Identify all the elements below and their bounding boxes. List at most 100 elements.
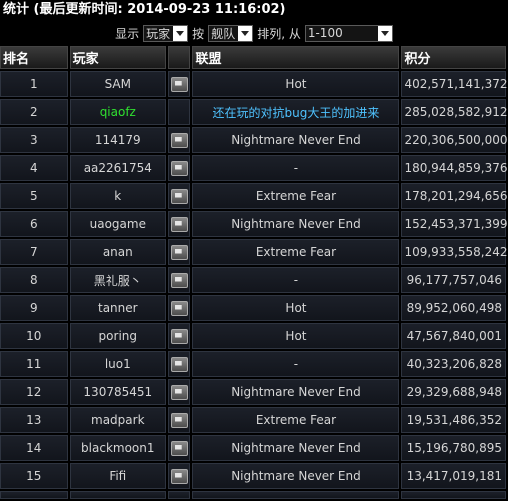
message-icon[interactable] [170,468,188,484]
message-icon[interactable] [170,412,188,428]
alliance-link[interactable]: Nightmare Never End [192,463,400,489]
alliance-link[interactable]: Hot [192,71,400,97]
message-button[interactable] [167,323,191,349]
message-icon[interactable] [170,244,188,260]
message-icon[interactable] [170,356,188,372]
message-icon[interactable] [170,384,188,400]
ranking-table: 排名 玩家 联盟 积分 1 SAM Hot 402,571,141,372 2 qiaof… [0,44,508,501]
player-name-link[interactable]: 114179 [69,127,166,153]
alliance-link[interactable]: Nightmare Never End [192,127,400,153]
score-cell: 152,453,371,399 [401,211,508,237]
alliance-link[interactable]: Nightmare Never End [192,435,400,461]
table-row: 11 luo1-40,323,206,828 [0,351,506,377]
by-select[interactable]: 舰队 [208,24,254,42]
player-name-link[interactable]: SAM [69,71,166,97]
message-icon[interactable] [170,272,188,288]
range-select[interactable]: 1-100 [304,24,393,42]
message-button[interactable] [167,155,191,181]
table-row: 14 blackmoon1 Nightmare Never End 15,196,78… [0,435,506,461]
player-name-link[interactable]: poring [69,323,166,349]
show-select[interactable]: 玩家 [143,24,189,42]
show-select-value: 玩家 [146,26,171,41]
message-icon[interactable] [170,216,188,232]
message-icon[interactable] [170,132,188,148]
alliance-link[interactable]: Extreme Fear [192,239,400,265]
message-button[interactable] [167,267,191,293]
table-row [0,491,506,499]
message-button[interactable] [167,183,191,209]
player-name-link[interactable]: uaogame [69,211,166,237]
table-row: 13 madpark Extreme Fear 19,531,486,352 [0,407,506,433]
message-button[interactable] [167,295,191,321]
score-cell: 19,531,486,352 [401,407,506,433]
message-icon[interactable] [170,76,188,92]
player-name-link[interactable]: anan [69,239,166,265]
player-name-link[interactable]: luo1 [69,351,166,377]
player-name-link[interactable]: aa2261754 [69,155,166,181]
message-button[interactable] [167,351,191,377]
table-row: 4 aa2261754-180,944,859,376 [0,155,508,181]
message-button[interactable] [167,71,191,97]
chevron-down-icon[interactable] [173,25,188,41]
alliance-link[interactable]: Hot [192,295,400,321]
table-row: 5 k Extreme Fear 178,201,294,656 [0,183,508,209]
player-name-link[interactable]: k [69,183,166,209]
message-button[interactable] [167,379,191,405]
score-cell: 402,571,141,372 [401,71,508,97]
rank-cell: 3 [0,127,68,153]
message-button[interactable] [167,239,191,265]
table-row: 1 SAM Hot 402,571,141,372 [0,71,508,97]
message-icon[interactable] [170,160,188,176]
table-row: 7 anan Extreme Fear 109,933,558,242 [0,239,508,265]
chevron-down-icon[interactable] [377,25,392,41]
alliance-link[interactable]: Extreme Fear [192,407,400,433]
table-row: 15 Fifi Nightmare Never End 13,417,019,181 [0,463,506,489]
player-name-link[interactable]: madpark [69,407,166,433]
score-cell: 13,417,019,181 [401,463,506,489]
rank-cell: 12 [0,379,68,405]
order-label: 排列, 从 [257,26,301,41]
message-button[interactable] [167,127,191,153]
message-icon[interactable] [170,188,188,204]
col-rank: 排名 [0,46,68,69]
message-button[interactable] [167,463,191,489]
message-icon[interactable] [170,440,188,456]
rank-cell: 7 [0,239,68,265]
score-cell: 47,567,840,001 [401,323,506,349]
score-cell: 29,329,688,948 [401,379,506,405]
message-button[interactable] [167,211,191,237]
alliance-link[interactable]: - [192,267,400,293]
alliance-link[interactable]: Extreme Fear [192,183,400,209]
player-name-link[interactable]: blackmoon1 [69,435,166,461]
player-name-link[interactable]: 130785451 [69,379,166,405]
alliance-link[interactable]: - [192,155,400,181]
player-name-link[interactable]: tanner [69,295,166,321]
col-score: 积分 [401,46,506,69]
rank-cell: 15 [0,463,68,489]
score-cell: 89,952,060,498 [401,295,506,321]
rank-cell: 4 [0,155,68,181]
alliance-link[interactable]: - [192,351,400,377]
rank-cell: 11 [0,351,68,377]
rank-cell: 6 [0,211,68,237]
message-icon[interactable] [170,328,188,344]
player-name-link[interactable]: 黑礼服丶 [69,267,166,293]
alliance-link[interactable]: 还在玩的对抗bug大王的加进来 [192,99,400,125]
message-button[interactable] [167,99,191,125]
player-name-link[interactable]: Fifi [69,463,166,489]
rank-cell: 2 [0,99,68,125]
show-label: 显示 [115,26,140,41]
chevron-down-icon[interactable] [238,25,253,41]
col-alliance: 联盟 [192,46,400,69]
alliance-link[interactable]: Nightmare Never End [192,379,400,405]
table-header: 排名 玩家 联盟 积分 [0,46,506,69]
message-button[interactable] [167,407,191,433]
alliance-link[interactable]: Hot [192,323,400,349]
rank-cell: 1 [0,71,68,97]
player-name-link[interactable]: qiaofz [69,99,166,125]
alliance-link[interactable]: Nightmare Never End [192,211,400,237]
message-button[interactable] [167,435,191,461]
col-player: 玩家 [69,46,166,69]
score-cell: 15,196,780,895 [401,435,506,461]
message-icon[interactable] [170,300,188,316]
